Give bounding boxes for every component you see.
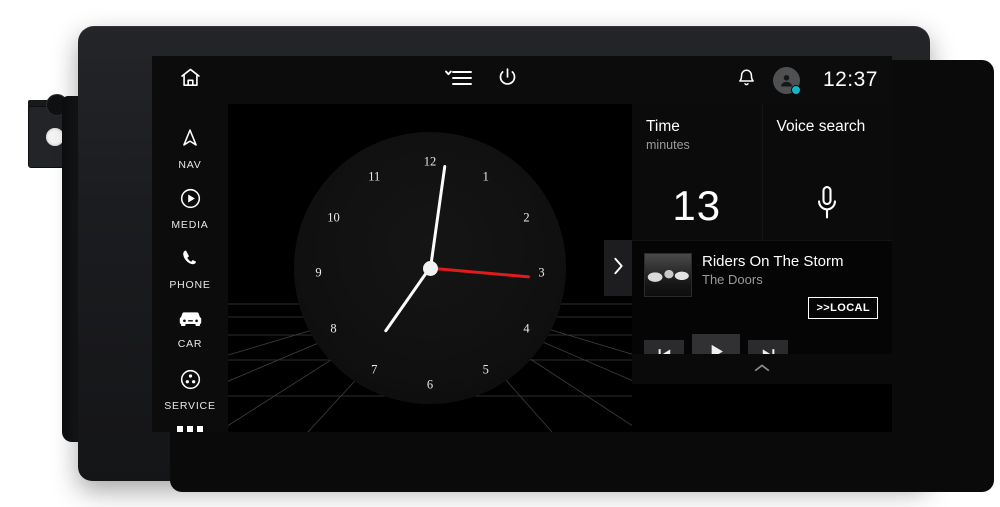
- status-bar-clock: 12:37: [822, 68, 878, 91]
- user-avatar-icon[interactable]: [773, 66, 801, 95]
- widget-subtitle: minutes: [646, 138, 690, 152]
- clock-second-hand: [429, 266, 530, 279]
- clock-numeral: 1: [482, 169, 489, 184]
- microphone-icon: [763, 184, 893, 224]
- status-bar: 12:37: [152, 56, 892, 104]
- widget-title: Time: [646, 118, 680, 135]
- sidebar-item-label: SERVICE: [164, 399, 216, 412]
- clock-numeral: 3: [538, 265, 545, 280]
- clock-minute-hand: [428, 164, 446, 269]
- sidebar-item-nav[interactable]: NAV: [152, 118, 228, 178]
- media-player-card: Riders On The Storm The Doors >>LOCAL: [632, 240, 892, 384]
- sidebar-item-media[interactable]: MEDIA: [152, 178, 228, 238]
- widget-title: Voice search: [776, 118, 866, 135]
- right-widget-column: Time minutes 13 Voice search Riders On T…: [632, 104, 892, 432]
- sidebar-item-label: NAV: [178, 158, 202, 171]
- track-artist: The Doors: [702, 272, 763, 288]
- drawer-expand-handle[interactable]: [632, 354, 892, 384]
- power-icon[interactable]: [496, 66, 519, 94]
- status-bar-right: 12:37: [736, 66, 892, 95]
- now-playing-row[interactable]: Riders On The Storm The Doors: [644, 253, 878, 297]
- track-title: Riders On The Storm: [702, 253, 844, 270]
- clock-numeral: 9: [315, 265, 322, 280]
- sidebar-item-label: PHONE: [169, 279, 211, 292]
- sidebar-item-label: CAR: [177, 337, 203, 350]
- voice-search-widget[interactable]: Voice search: [761, 104, 893, 240]
- media-play-circle-icon: [179, 187, 202, 215]
- screenshot-root: 12:37 NAV MEDIA PHONE CAR SERVICE 12 1 2…: [0, 0, 1000, 507]
- chevron-up-icon: [753, 360, 771, 378]
- clock-numeral: 6: [426, 377, 434, 392]
- service-wheel-icon: [179, 368, 202, 396]
- clock-numeral: 11: [368, 169, 381, 184]
- clock-numeral: 2: [523, 210, 530, 225]
- infotainment-screen: 12:37 NAV MEDIA PHONE CAR SERVICE 12 1 2…: [152, 56, 892, 432]
- clock-numeral: 12: [423, 154, 437, 169]
- navigation-arrow-icon: [179, 126, 201, 155]
- chevron-right-icon: [612, 256, 625, 281]
- widget-row: Time minutes 13 Voice search: [632, 104, 892, 240]
- avatar-status-dot: [791, 84, 801, 95]
- widget-value: 13: [672, 182, 722, 229]
- analog-clock-face[interactable]: 12 1 2 3 4 5 6 7 8 9 10 11: [294, 132, 566, 404]
- car-front-icon: [178, 309, 203, 334]
- clock-hour-hand: [383, 267, 432, 333]
- clock-numeral: 4: [523, 321, 530, 336]
- source-badge[interactable]: >>LOCAL: [808, 297, 878, 319]
- menu-collapse-icon[interactable]: [444, 67, 474, 94]
- main-sidebar: NAV MEDIA PHONE CAR SERVICE: [152, 104, 228, 432]
- phone-handset-icon: [179, 247, 201, 275]
- album-art-thumbnail: [644, 253, 692, 297]
- clock-numeral: 8: [330, 321, 337, 336]
- notifications-bell-icon[interactable]: [736, 67, 757, 94]
- sidebar-item-service[interactable]: SERVICE: [152, 360, 228, 420]
- expand-panel-button[interactable]: [604, 240, 632, 296]
- clock-center-hub: [422, 260, 438, 276]
- home-icon: [179, 66, 202, 94]
- time-minutes-widget[interactable]: Time minutes 13: [632, 104, 762, 240]
- home-button[interactable]: [152, 56, 228, 104]
- sidebar-item-label: MEDIA: [171, 218, 209, 231]
- clock-numeral: 7: [371, 362, 378, 377]
- more-dots-icon[interactable]: [177, 426, 203, 432]
- clock-numeral: 10: [327, 210, 340, 225]
- sidebar-item-car[interactable]: CAR: [152, 299, 228, 359]
- status-bar-center: [228, 66, 736, 94]
- sidebar-item-phone[interactable]: PHONE: [152, 239, 228, 299]
- clock-widget-pane: 12 1 2 3 4 5 6 7 8 9 10 11: [228, 104, 632, 432]
- clock-numeral: 5: [482, 362, 489, 377]
